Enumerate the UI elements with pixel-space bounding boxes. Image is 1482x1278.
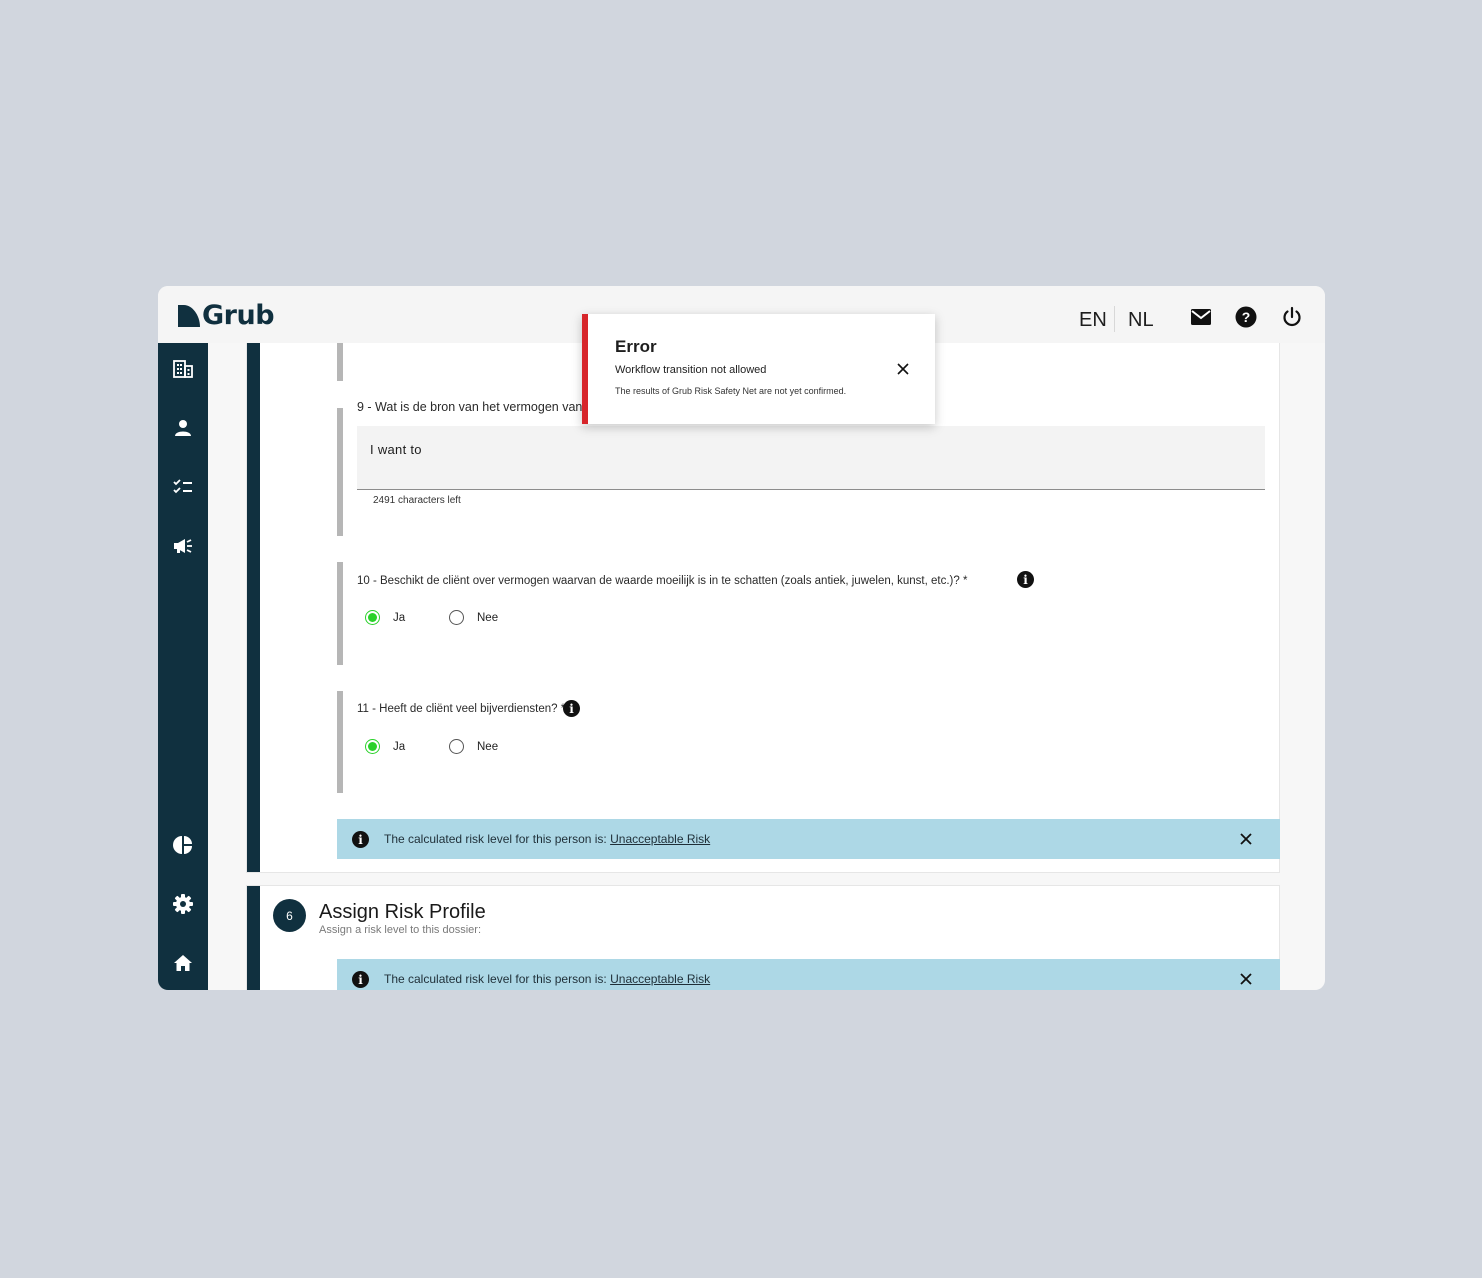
radio-checked-icon — [365, 610, 380, 625]
question-bar-prev — [337, 343, 343, 381]
risk-level-link[interactable]: Unacceptable Risk — [610, 832, 710, 846]
info-icon[interactable]: i — [1017, 571, 1034, 588]
radio-label: Ja — [393, 740, 406, 753]
svg-text:?: ? — [1242, 309, 1251, 325]
radio-unchecked-icon — [449, 610, 464, 625]
question-bar-9 — [337, 408, 343, 536]
gear-icon[interactable] — [171, 892, 195, 916]
radio-label: Nee — [477, 740, 499, 753]
radio-label: Nee — [477, 611, 499, 624]
question-11-radio-nee[interactable]: Nee — [449, 739, 498, 754]
mail-icon[interactable] — [1189, 305, 1213, 329]
info-icon: i — [352, 831, 369, 848]
info-icon: i — [352, 971, 369, 988]
toast-message: Workflow transition not allowed — [615, 364, 767, 376]
logo-text: Grub — [202, 300, 275, 331]
logo-mark-icon — [178, 304, 200, 327]
radio-unchecked-icon — [449, 739, 464, 754]
risk-alert-text: The calculated risk level for this perso… — [384, 972, 711, 986]
building-icon[interactable] — [171, 357, 195, 381]
question-10-radio-ja[interactable]: Ja — [365, 610, 405, 625]
megaphone-icon[interactable] — [171, 534, 195, 558]
logo[interactable]: Grub — [178, 300, 275, 331]
info-icon[interactable]: i — [563, 700, 580, 717]
lang-en-button[interactable]: EN — [1079, 309, 1107, 332]
error-toast: Error Workflow transition not allowed Th… — [582, 314, 935, 424]
lang-nl-button[interactable]: NL — [1128, 309, 1154, 332]
step-number-badge: 6 — [273, 899, 306, 932]
close-icon[interactable] — [896, 362, 910, 376]
question-10-radio-nee[interactable]: Nee — [449, 610, 498, 625]
main-content: 9 - Wat is de bron van het vermogen van … — [208, 343, 1325, 990]
question-9-textarea[interactable]: I want to — [357, 426, 1265, 490]
question-11-label: 11 - Heeft de cliënt veel bijverdiensten… — [357, 703, 566, 715]
close-icon[interactable] — [1239, 832, 1253, 846]
toast-title: Error — [615, 337, 657, 356]
risk-level-link[interactable]: Unacceptable Risk — [610, 972, 710, 986]
assign-risk-profile-card: 6 Assign Risk Profile Assign a risk leve… — [246, 885, 1280, 990]
question-9-value: I want to — [370, 442, 422, 457]
checklist-icon[interactable] — [171, 475, 195, 499]
section-title: Assign Risk Profile — [319, 901, 486, 923]
radio-checked-icon — [365, 739, 380, 754]
section-subtitle: Assign a risk level to this dossier: — [319, 924, 482, 936]
sidebar — [158, 343, 208, 990]
power-icon[interactable] — [1280, 305, 1304, 329]
question-bar-11 — [337, 691, 343, 793]
risk-alert-text: The calculated risk level for this perso… — [384, 832, 711, 846]
close-icon[interactable] — [1239, 972, 1253, 986]
home-icon[interactable] — [171, 951, 195, 975]
help-icon[interactable]: ? — [1234, 305, 1258, 329]
pie-chart-icon[interactable] — [171, 833, 195, 857]
risk-level-alert-2: i The calculated risk level for this per… — [337, 959, 1280, 990]
risk-level-alert: i The calculated risk level for this per… — [337, 819, 1280, 859]
toast-detail: The results of Grub Risk Safety Net are … — [615, 386, 847, 396]
card-accent-bar — [247, 343, 260, 872]
chars-left-counter: 2491 characters left — [373, 495, 461, 506]
card-accent-bar — [247, 886, 260, 990]
radio-label: Ja — [393, 611, 406, 624]
question-bar-10 — [337, 562, 343, 665]
lang-divider — [1114, 306, 1115, 332]
toast-error-bar — [582, 314, 588, 424]
question-10-label: 10 - Beschikt de cliënt over vermogen wa… — [357, 575, 968, 587]
person-icon[interactable] — [171, 416, 195, 440]
question-11-radio-ja[interactable]: Ja — [365, 739, 405, 754]
